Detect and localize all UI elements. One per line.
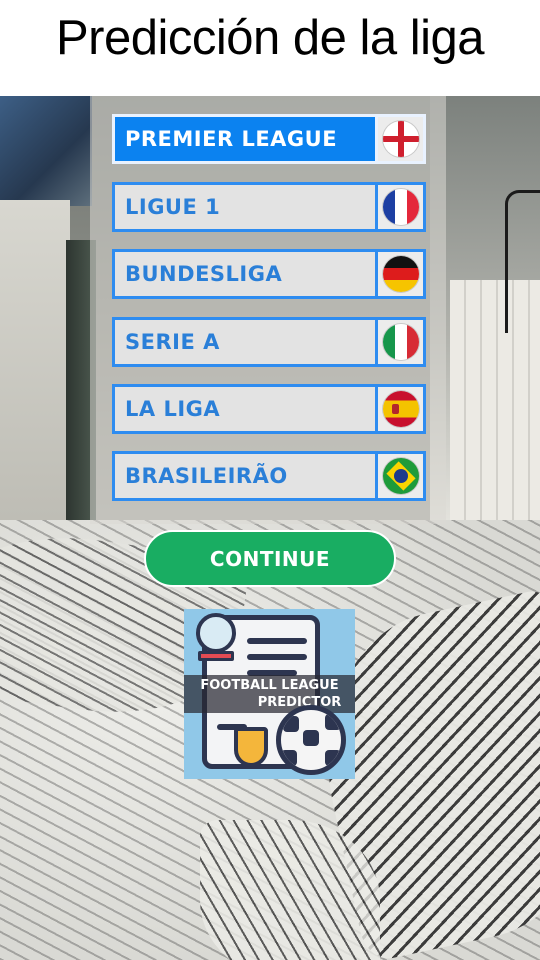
- title-bar: Predicción de la liga: [0, 0, 540, 96]
- league-item-serie-a[interactable]: SERIE A: [112, 317, 426, 367]
- league-label: PREMIER LEAGUE: [125, 127, 338, 151]
- flag-container: [375, 387, 423, 431]
- league-item-ligue-1[interactable]: LIGUE 1: [112, 182, 426, 232]
- continue-label: CONTINUE: [209, 546, 331, 571]
- cables: [505, 190, 540, 333]
- spain-flag-icon: [382, 391, 419, 427]
- league-label: LIGUE 1: [125, 195, 221, 219]
- league-label: BRASILEIRÃO: [125, 464, 288, 488]
- shelf: [0, 96, 92, 206]
- logo-title: FOOTBALL LEAGUE: [200, 678, 339, 693]
- flag-container: [375, 185, 423, 229]
- page-title: Predicción de la liga: [55, 11, 485, 65]
- flag-container: [375, 252, 423, 296]
- league-item-bundesliga[interactable]: BUNDESLIGA: [112, 249, 426, 299]
- flag-container: [375, 117, 423, 161]
- flag-container: [375, 320, 423, 364]
- league-item-la-liga[interactable]: LA LIGA: [112, 384, 426, 434]
- shield-icon: [234, 727, 268, 767]
- crystal-ball-icon: [196, 613, 236, 653]
- italy-flag-icon: [382, 324, 419, 360]
- league-label: BUNDESLIGA: [125, 262, 283, 286]
- soccer-ball-icon: [276, 705, 346, 775]
- germany-flag-icon: [382, 256, 419, 292]
- continue-button[interactable]: CONTINUE: [144, 530, 396, 587]
- brazil-flag-icon: [382, 458, 419, 494]
- cabinet: [0, 200, 70, 530]
- league-label: LA LIGA: [125, 397, 221, 421]
- flag-container: [375, 454, 423, 498]
- england-flag-icon: [382, 121, 419, 157]
- crystal-ball-stand: [198, 651, 234, 661]
- league-item-brasileirao[interactable]: BRASILEIRÃO: [112, 451, 426, 501]
- france-flag-icon: [382, 189, 419, 225]
- app-logo: FOOTBALL LEAGUE PREDICTOR: [184, 609, 355, 779]
- league-label: SERIE A: [125, 330, 220, 354]
- league-item-premier-league[interactable]: PREMIER LEAGUE: [112, 114, 426, 164]
